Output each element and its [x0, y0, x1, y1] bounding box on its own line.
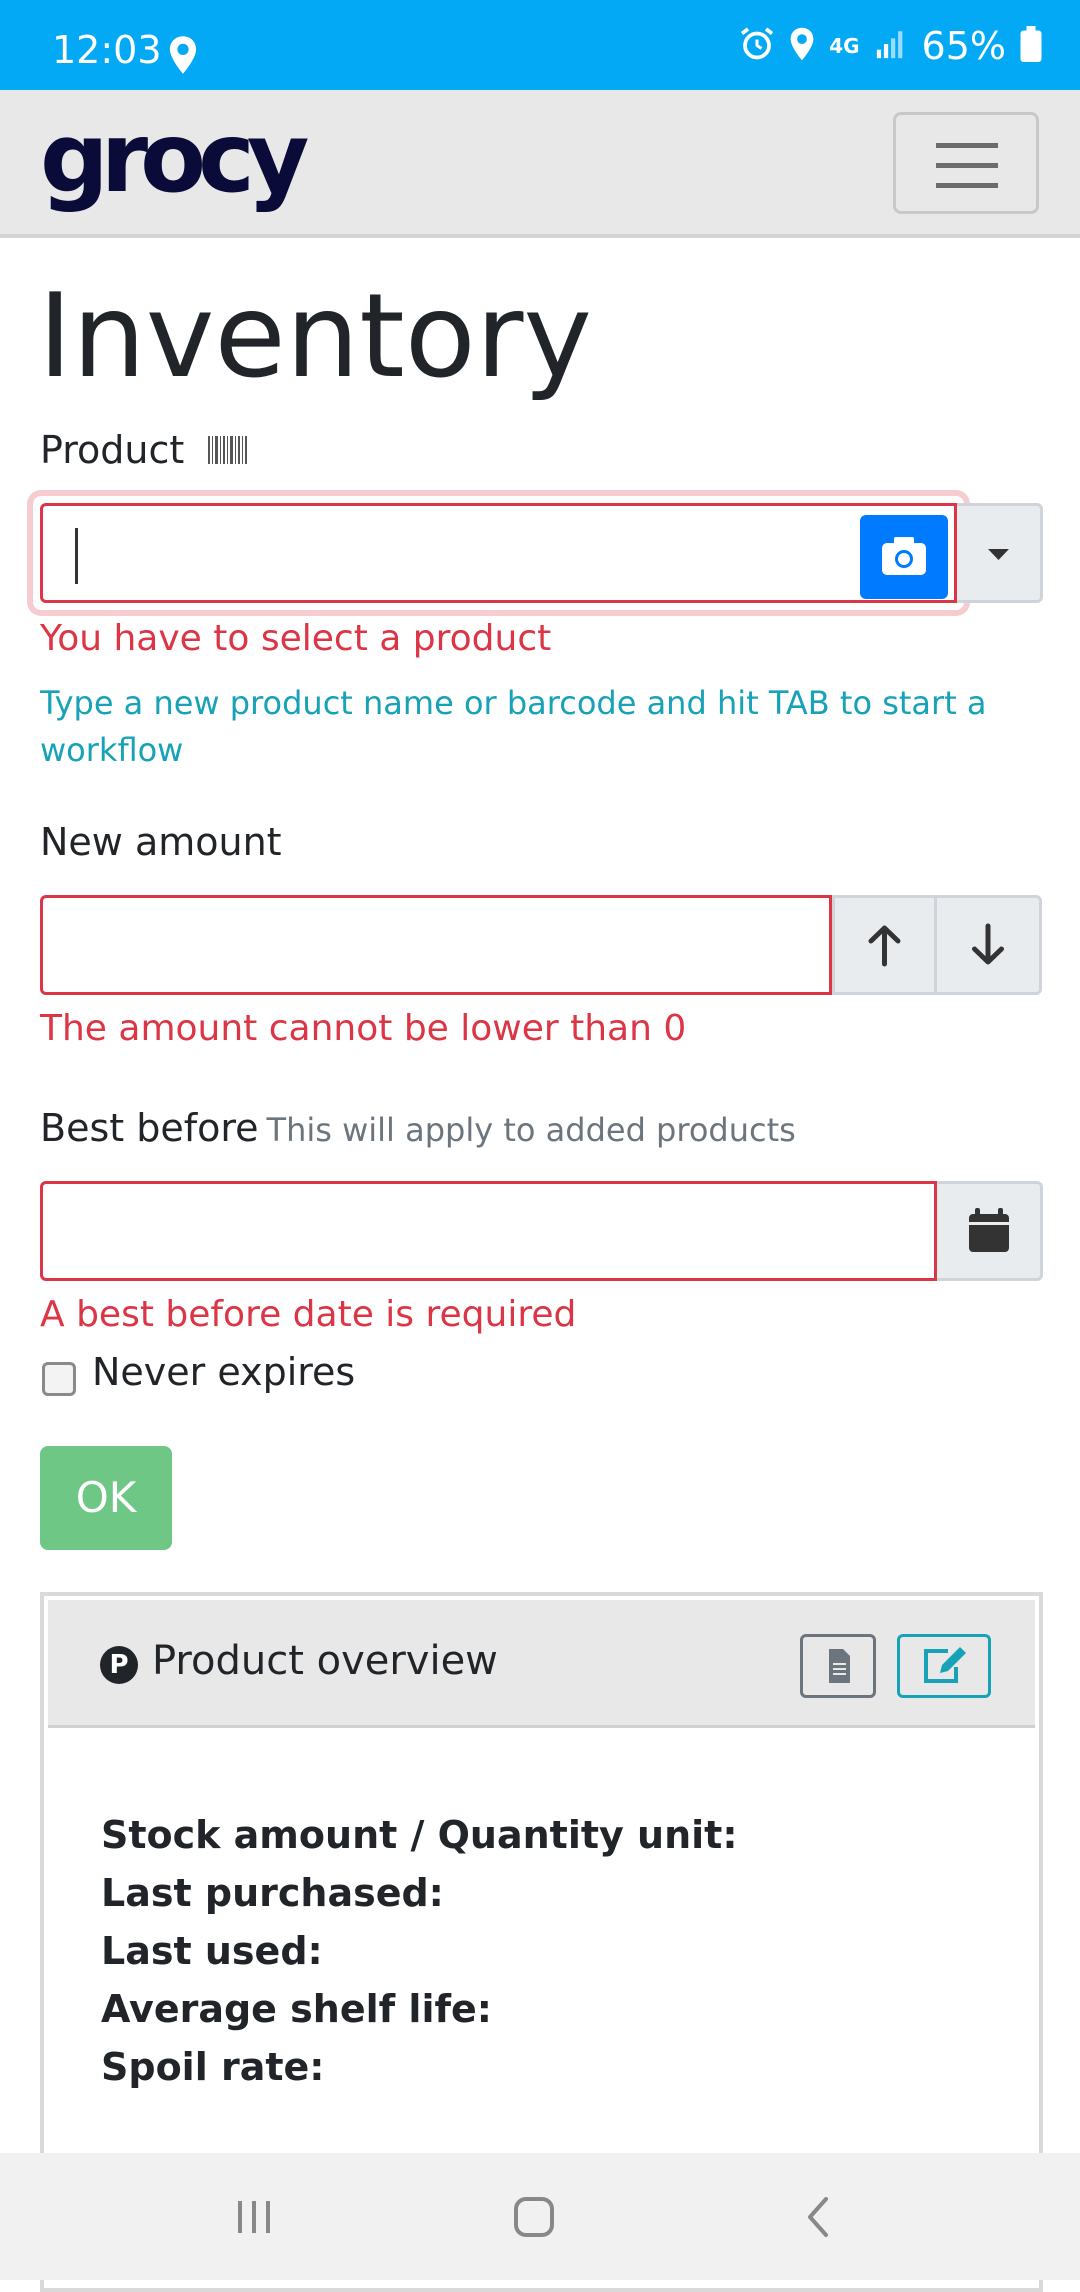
menu-toggle-button[interactable]: [893, 112, 1039, 214]
never-expires-label[interactable]: Never expires: [92, 1350, 355, 1394]
barcode-icon: [208, 431, 248, 475]
amount-input[interactable]: [40, 895, 832, 995]
status-icons: 4G 65%: [739, 22, 1042, 70]
location-icon: [168, 36, 198, 78]
battery-percent: 65%: [921, 24, 1006, 68]
status-bar: 12:03 4G 65%: [0, 0, 1080, 90]
amount-error: The amount cannot be lower than 0: [40, 1008, 687, 1049]
parking-circle-icon: P: [100, 1646, 138, 1684]
calendar-icon: [969, 1208, 1009, 1252]
ok-button[interactable]: OK: [40, 1446, 172, 1550]
product-error: You have to select a product: [40, 618, 552, 659]
back-icon[interactable]: [796, 2193, 844, 2241]
recent-apps-icon[interactable]: [230, 2193, 278, 2241]
alarm-icon: [739, 26, 775, 66]
text-cursor: [75, 528, 78, 584]
signal-icon: [874, 27, 908, 65]
product-overview-header: P Product overview: [48, 1600, 1035, 1728]
product-label: Product: [40, 428, 248, 475]
amount-label: New amount: [40, 820, 282, 864]
battery-icon: [1020, 26, 1042, 66]
location-icon-right: [789, 27, 815, 65]
top-navbar: grocy: [0, 90, 1080, 238]
document-icon: [829, 1649, 850, 1683]
best-before-note: This will apply to added products: [266, 1111, 796, 1149]
last-used-label: Last used:: [101, 1929, 323, 1973]
status-time: 12:03: [52, 28, 162, 72]
spoil-rate-label: Spoil rate:: [101, 2045, 325, 2089]
product-dropdown-toggle[interactable]: [957, 503, 1043, 603]
product-hint: Type a new product name or barcode and h…: [40, 684, 987, 769]
stock-amount-label: Stock amount / Quantity unit:: [101, 1813, 738, 1857]
product-input[interactable]: [40, 503, 957, 603]
hamburger-icon-line: [936, 163, 998, 168]
never-expires-checkbox[interactable]: [42, 1362, 76, 1396]
arrow-up-icon: [868, 925, 901, 967]
edit-icon: [924, 1647, 966, 1683]
best-before-error: A best before date is required: [40, 1294, 577, 1335]
edit-product-button[interactable]: [897, 1634, 991, 1698]
date-picker-button[interactable]: [937, 1181, 1043, 1281]
amount-decrease-button[interactable]: [937, 895, 1042, 995]
hamburger-icon-line: [936, 143, 998, 148]
product-details-button[interactable]: [800, 1634, 876, 1698]
hamburger-icon-line: [936, 183, 998, 188]
network-type: 4G: [829, 34, 860, 58]
arrow-down-icon: [972, 923, 1004, 965]
page-title: Inventory: [38, 269, 593, 404]
system-navigation-bar: [0, 2153, 1080, 2280]
best-before-label-text: Best before: [40, 1106, 259, 1150]
product-label-text: Product: [40, 428, 185, 472]
amount-increase-button[interactable]: [832, 895, 937, 995]
product-overview-details: Stock amount / Quantity unit: Last purch…: [101, 1806, 738, 2096]
camera-icon: [882, 537, 926, 575]
home-icon[interactable]: [510, 2193, 558, 2241]
barcode-scan-button[interactable]: [860, 515, 948, 599]
best-before-label: Best before This will apply to added prod…: [40, 1106, 796, 1150]
last-purchased-label: Last purchased:: [101, 1871, 444, 1915]
average-shelf-life-label: Average shelf life:: [101, 1987, 492, 2031]
best-before-input[interactable]: [40, 1181, 937, 1281]
grocy-logo[interactable]: grocy: [40, 102, 309, 214]
caret-down-icon: [988, 549, 1009, 560]
product-overview-title: Product overview: [152, 1638, 498, 1684]
